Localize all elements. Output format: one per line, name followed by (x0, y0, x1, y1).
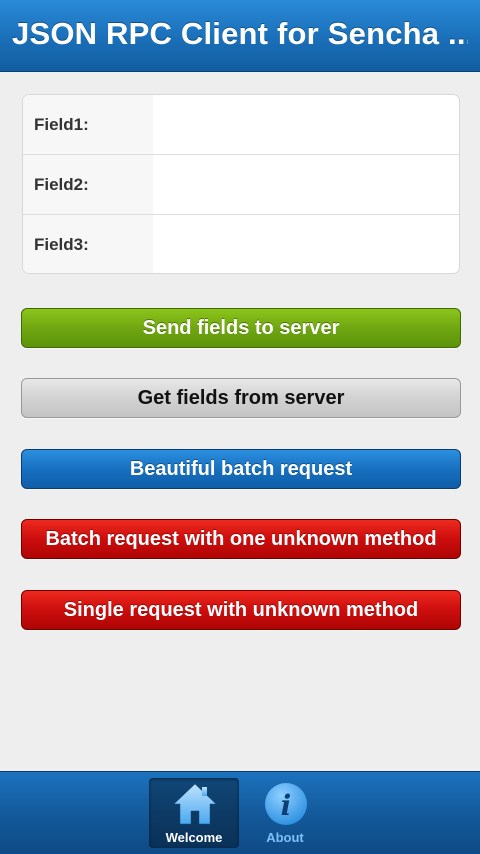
home-icon (173, 783, 217, 825)
field2-input[interactable] (153, 155, 459, 214)
page-title: JSON RPC Client for Sencha ... (12, 16, 468, 51)
field-row-2: Field2: (23, 155, 459, 215)
field2-label: Field2: (23, 155, 153, 214)
field3-label: Field3: (23, 215, 153, 273)
batch-request-button[interactable]: Beautiful batch request (21, 449, 461, 489)
batch-unknown-method-button[interactable]: Batch request with one unknown method (21, 519, 461, 559)
tab-welcome[interactable]: Welcome (149, 778, 239, 848)
title-bar: JSON RPC Client for Sencha ... (0, 0, 480, 72)
svg-text:i: i (281, 789, 292, 822)
field1-label: Field1: (23, 95, 153, 154)
info-icon: i (265, 783, 307, 825)
field1-input[interactable] (153, 95, 459, 154)
get-fields-button[interactable]: Get fields from server (21, 378, 461, 418)
field3-input[interactable] (153, 215, 459, 273)
tab-about-label: About (266, 830, 304, 845)
send-fields-button[interactable]: Send fields to server (21, 308, 461, 348)
tab-welcome-label: Welcome (165, 830, 223, 845)
tab-about[interactable]: i About (240, 778, 330, 848)
fields-form: Field1: Field2: Field3: (22, 94, 460, 274)
field-row-1: Field1: (23, 95, 459, 155)
tab-bar: Welcome i About (0, 771, 480, 854)
single-unknown-method-button[interactable]: Single request with unknown method (21, 590, 461, 630)
field-row-3: Field3: (23, 215, 459, 273)
